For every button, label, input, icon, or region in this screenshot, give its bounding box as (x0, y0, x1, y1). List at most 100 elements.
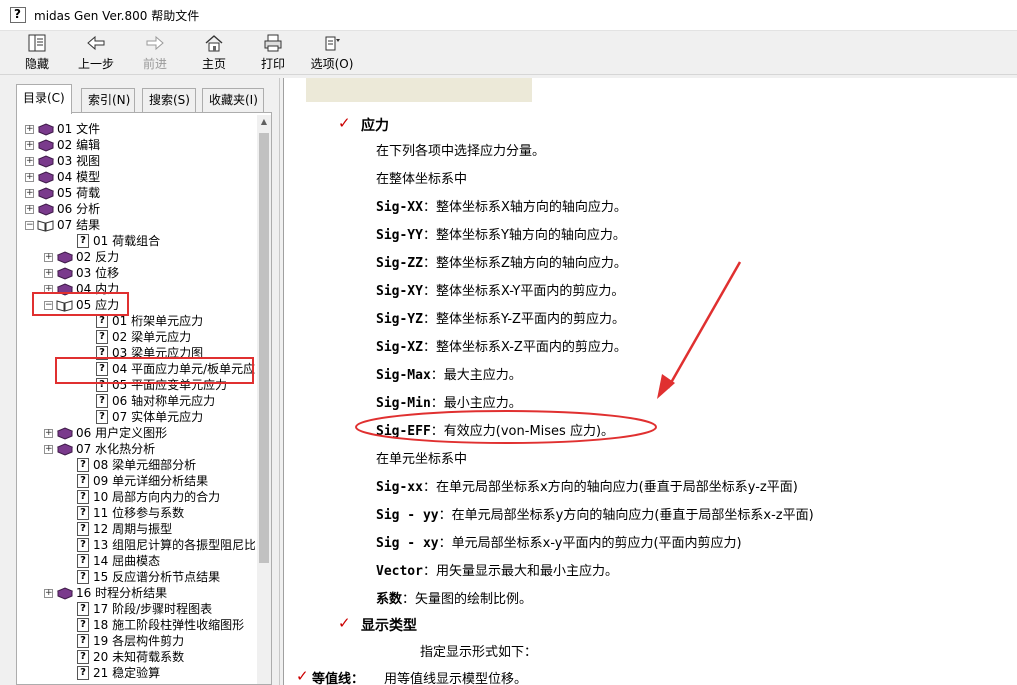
hide-button[interactable]: 隐藏 (9, 33, 65, 73)
expand-icon[interactable]: + (44, 429, 53, 438)
toolbar: 隐藏 上一步 前进 主页 打印 选项(O) (0, 31, 1017, 75)
tree-item[interactable]: ? 05 平面应变单元应力 (19, 377, 255, 393)
tree-item[interactable]: ? 03 梁单元应力图 (19, 345, 255, 361)
home-button[interactable]: 主页 (186, 33, 242, 73)
book-icon (56, 427, 73, 440)
tree-item[interactable]: ? 08 梁单元细部分析 (19, 457, 255, 473)
tab-favorites[interactable]: 收藏夹(I) (202, 88, 264, 112)
help-page-icon: ? (77, 474, 89, 488)
expand-icon[interactable]: + (25, 173, 34, 182)
tree-item[interactable]: ? 18 施工阶段柱弹性收缩图形 (19, 617, 255, 633)
scroll-up-icon[interactable]: ▲ (257, 115, 271, 129)
expand-icon[interactable]: + (44, 285, 53, 294)
expand-icon[interactable]: + (25, 157, 34, 166)
tree-item[interactable]: +07 水化热分析 (19, 441, 255, 457)
scroll-thumb[interactable] (259, 133, 269, 563)
tree-item[interactable]: ? 07 实体单元应力 (19, 409, 255, 425)
tab-index[interactable]: 索引(N) (81, 88, 135, 112)
expand-icon[interactable]: + (25, 189, 34, 198)
tree-scrollbar[interactable]: ▲ (257, 115, 271, 684)
contents-tree[interactable]: +01 文件 +02 编辑 +03 视图 +04 模型 +05 荷载 +06 分析 −07 … (19, 121, 255, 681)
tree-item[interactable]: ? 01 桁架单元应力 (19, 313, 255, 329)
print-button[interactable]: 打印 (245, 33, 301, 73)
tree-item[interactable]: ? 13 组阻尼计算的各振型阻尼比 (19, 537, 255, 553)
expand-icon[interactable]: + (44, 253, 53, 262)
help-page-icon: ? (77, 666, 89, 680)
tree-item[interactable]: − 05 应力 (19, 297, 255, 313)
tree-item[interactable]: ? 10 局部方向内力的合力 (19, 489, 255, 505)
expand-icon[interactable]: + (25, 141, 34, 150)
local-coords-header: 在单元坐标系中 (376, 452, 468, 467)
stress-item-key: Sig-XX (376, 200, 423, 215)
tree-item-label: 07 水化热分析 (76, 442, 156, 456)
help-page-icon: ? (77, 554, 89, 568)
local-stress-item: Vector：用矢量显示最大和最小主应力。 (376, 560, 618, 579)
tree-item[interactable]: +02 编辑 (19, 137, 255, 153)
tab-search[interactable]: 搜索(S) (142, 88, 196, 112)
tree-item-label: 02 编辑 (57, 138, 101, 152)
tree-item[interactable]: +03 视图 (19, 153, 255, 169)
tree-item-label: 02 反力 (76, 250, 120, 264)
tree-item[interactable]: +06 分析 (19, 201, 255, 217)
tree-item[interactable]: +06 用户定义图形 (19, 425, 255, 441)
forward-button[interactable]: 前进 (127, 33, 183, 73)
tree-item[interactable]: ? 11 位移参与系数 (19, 505, 255, 521)
tree-item-label: 14 屈曲模态 (93, 554, 161, 568)
book-icon (56, 267, 73, 280)
section-display-title: 显示类型 (361, 618, 417, 634)
book-icon (37, 171, 54, 184)
local-stress-item-desc: ：用矢量显示最大和最小主应力。 (422, 564, 618, 579)
back-button[interactable]: 上一步 (68, 33, 124, 73)
collapse-icon[interactable]: − (25, 221, 34, 230)
tree-item[interactable]: ? 21 稳定验算 (19, 665, 255, 681)
expand-icon[interactable]: + (25, 125, 34, 134)
stress-item-key: Sig-YY (376, 228, 423, 243)
tree-item[interactable]: +04 内力 (19, 281, 255, 297)
expand-icon[interactable]: + (44, 269, 53, 278)
tree-item-label: 19 各层构件剪力 (93, 634, 185, 648)
tree-item[interactable]: − 07 结果 (19, 217, 255, 233)
tree-item[interactable]: ? 09 单元详细分析结果 (19, 473, 255, 489)
tree-item[interactable]: ? 06 轴对称单元应力 (19, 393, 255, 409)
tree-item[interactable]: ? 14 屈曲模态 (19, 553, 255, 569)
tab-contents[interactable]: 目录(C) (16, 84, 72, 114)
help-page-icon: ? (77, 618, 89, 632)
window-title: midas Gen Ver.800 帮助文件 (34, 8, 200, 23)
collapse-icon[interactable]: − (44, 301, 53, 310)
options-button[interactable]: 选项(O) (304, 33, 360, 73)
tree-item[interactable]: ? 04 平面应力单元/板单元应力 (19, 361, 255, 377)
tree-item[interactable]: ? 12 周期与振型 (19, 521, 255, 537)
navigation-pane: 目录(C) 索引(N) 搜索(S) 收藏夹(I) +01 文件 +02 编辑 +03… (8, 78, 280, 685)
help-file-icon (10, 7, 26, 23)
tree-item-label: 04 模型 (57, 170, 101, 184)
expand-icon[interactable]: + (25, 205, 34, 214)
book-icon (37, 203, 54, 216)
tree-item[interactable]: +16 时程分析结果 (19, 585, 255, 601)
help-page-icon: ? (96, 330, 108, 344)
stress-item-key: Sig-ZZ (376, 256, 423, 271)
stress-item-desc: ：整体坐标系X轴方向的轴向应力。 (422, 200, 627, 215)
tree-item[interactable]: +01 文件 (19, 121, 255, 137)
tree-item-label: 08 梁单元细部分析 (93, 458, 197, 472)
stress-item: Sig-XX：整体坐标系X轴方向的轴向应力。 (376, 196, 627, 215)
expand-icon[interactable]: + (44, 589, 53, 598)
tree-item[interactable]: ? 20 未知荷载系数 (19, 649, 255, 665)
tree-item[interactable]: ? 01 荷载组合 (19, 233, 255, 249)
expand-icon[interactable]: + (44, 445, 53, 454)
help-page-icon: ? (77, 490, 89, 504)
tree-item[interactable]: +04 模型 (19, 169, 255, 185)
tree-item[interactable]: +03 位移 (19, 265, 255, 281)
tree-item[interactable]: ? 02 梁单元应力 (19, 329, 255, 345)
book-icon (56, 587, 73, 600)
arrow-right-icon (146, 35, 164, 51)
stress-item: Sig-XY：整体坐标系X-Y平面内的剪应力。 (376, 280, 624, 299)
tree-item-label: 09 单元详细分析结果 (93, 474, 209, 488)
tree-item-label: 11 位移参与系数 (93, 506, 185, 520)
section-stress-intro: 在下列各项中选择应力分量。 (376, 144, 546, 159)
tree-item[interactable]: +02 反力 (19, 249, 255, 265)
tree-item[interactable]: ? 15 反应谱分析节点结果 (19, 569, 255, 585)
tree-item[interactable]: ? 17 阶段/步骤时程图表 (19, 601, 255, 617)
tree-item[interactable]: +05 荷载 (19, 185, 255, 201)
tree-item[interactable]: ? 19 各层构件剪力 (19, 633, 255, 649)
stress-item-key: Sig-Max (376, 368, 431, 383)
